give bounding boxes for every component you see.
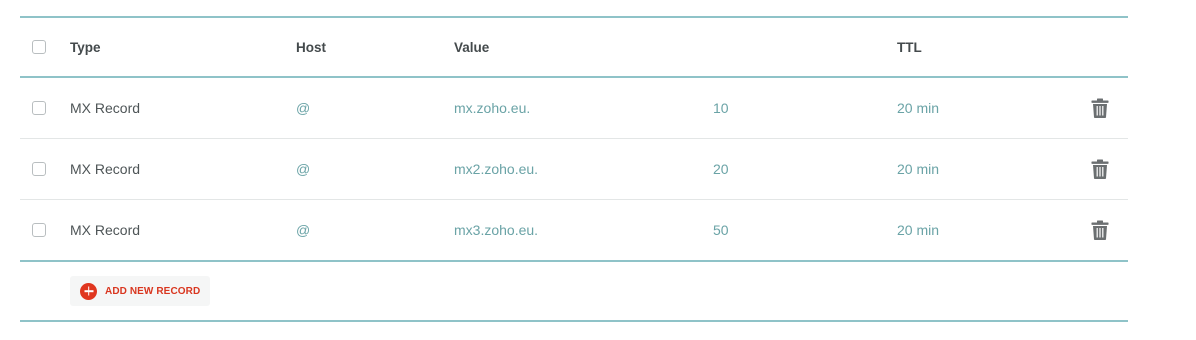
record-ttl[interactable]: 20 min: [897, 139, 939, 199]
column-header-value[interactable]: Value: [454, 18, 489, 76]
trash-icon: [1091, 159, 1109, 179]
table-row: MX Record @ mx.zoho.eu. 10 20 min: [20, 78, 1128, 138]
plus-circle-icon: [80, 282, 97, 300]
delete-record-button[interactable]: [1088, 218, 1112, 242]
table-header-row: Type Host Value TTL: [20, 18, 1128, 76]
record-priority[interactable]: 20: [713, 139, 729, 199]
record-value[interactable]: mx3.zoho.eu.: [454, 200, 538, 260]
add-new-record-label: ADD NEW RECORD: [105, 285, 201, 297]
row-checkbox[interactable]: [32, 101, 46, 115]
delete-record-button[interactable]: [1088, 157, 1112, 181]
column-header-host[interactable]: Host: [296, 18, 326, 76]
record-host[interactable]: @: [296, 200, 310, 260]
record-ttl[interactable]: 20 min: [897, 200, 939, 260]
record-type: MX Record: [70, 222, 141, 238]
column-header-type[interactable]: Type: [70, 18, 101, 76]
table-row: MX Record @ mx3.zoho.eu. 50 20 min: [20, 200, 1128, 260]
record-type: MX Record: [70, 161, 141, 177]
trash-icon: [1091, 98, 1109, 118]
table-bottom-rule: [20, 320, 1128, 322]
record-value[interactable]: mx.zoho.eu.: [454, 78, 530, 138]
record-type: MX Record: [70, 100, 141, 116]
table-row: MX Record @ mx2.zoho.eu. 20 20 min: [20, 139, 1128, 199]
dns-records-table: Type Host Value TTL MX Record @ mx.zoho.…: [20, 16, 1128, 322]
row-checkbox[interactable]: [32, 162, 46, 176]
table-footer: ADD NEW RECORD: [20, 262, 1128, 320]
record-ttl[interactable]: 20 min: [897, 78, 939, 138]
record-priority[interactable]: 10: [713, 78, 729, 138]
record-host[interactable]: @: [296, 78, 310, 138]
row-checkbox[interactable]: [32, 223, 46, 237]
delete-record-button[interactable]: [1088, 96, 1112, 120]
record-host[interactable]: @: [296, 139, 310, 199]
column-header-ttl[interactable]: TTL: [897, 18, 922, 76]
record-priority[interactable]: 50: [713, 200, 729, 260]
select-all-checkbox[interactable]: [32, 40, 46, 54]
add-new-record-button[interactable]: ADD NEW RECORD: [70, 276, 211, 306]
trash-icon: [1091, 220, 1109, 240]
record-value[interactable]: mx2.zoho.eu.: [454, 139, 538, 199]
